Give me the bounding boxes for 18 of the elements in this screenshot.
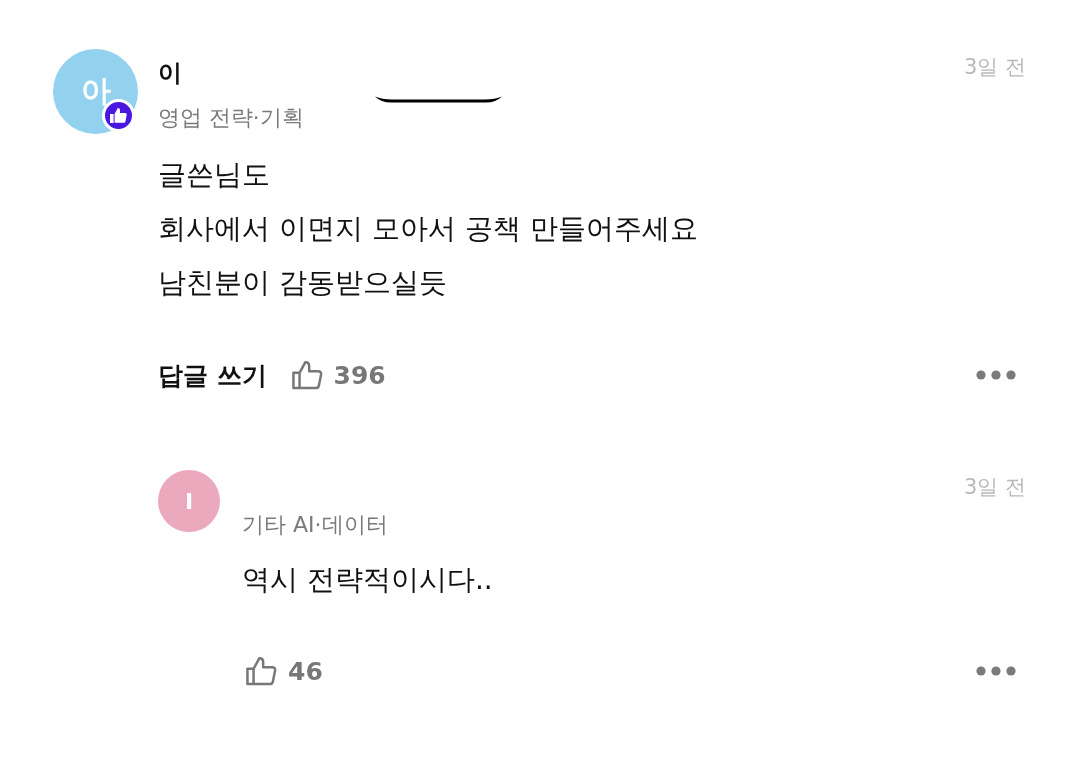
- comment-time: 3일 전: [963, 54, 1026, 81]
- ellipsis-icon: [976, 370, 1016, 380]
- thumbs-up-icon: [246, 656, 278, 686]
- like-button[interactable]: 46: [246, 656, 323, 686]
- reply-button[interactable]: 답글 쓰기: [158, 358, 267, 392]
- comment-text: 역시 전략적이시다..: [242, 562, 493, 598]
- ellipsis-icon: [976, 666, 1016, 676]
- avatar-initial: I: [184, 488, 194, 514]
- author-name: 이: [158, 58, 182, 88]
- comment-text: 회사에서 이면지 모아서 공책 만들어주세요: [158, 211, 698, 247]
- author-job: 기타 AI·데이터: [242, 511, 388, 539]
- comment-text: 남친분이 감동받으실듯: [158, 265, 447, 301]
- like-button[interactable]: 396: [291, 360, 386, 390]
- author-job: 영업 전략·기획: [158, 104, 304, 132]
- comment-time: 3일 전: [963, 474, 1026, 501]
- thumbs-up-icon: [291, 360, 324, 390]
- avatar-initial: 아: [80, 72, 111, 110]
- comment-text: 글쓴님도: [158, 157, 270, 193]
